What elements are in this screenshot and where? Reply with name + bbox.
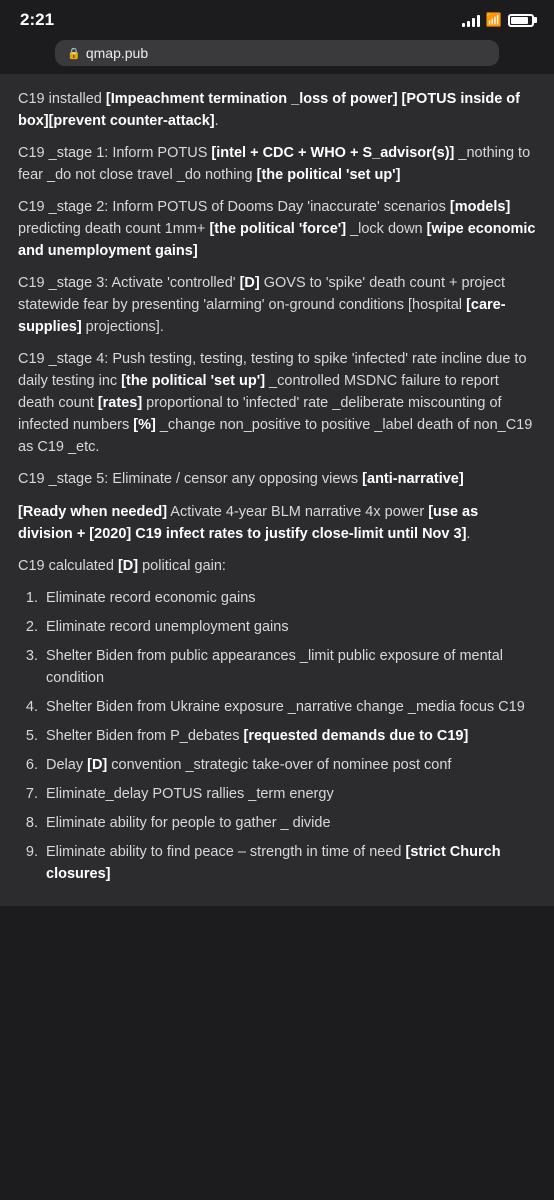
bracket-text: [D] [118, 558, 138, 574]
bracket-text: [intel + CDC + WHO + S_advisor(s)] [211, 145, 454, 161]
wifi-icon: 📶 [486, 12, 502, 28]
bracket-text: [rates] [98, 395, 142, 411]
bracket-text: [Ready when needed] [18, 504, 167, 520]
list-item: Shelter Biden from public appearances _l… [42, 645, 536, 689]
status-bar: 2:21 📶 [0, 0, 554, 36]
paragraph-1: C19 installed [Impeachment termination _… [18, 88, 536, 132]
bracket-text: [care-supplies] [18, 297, 506, 335]
paragraph-2: C19 _stage 1: Inform POTUS [intel + CDC … [18, 142, 536, 186]
bracket-text: [the political 'set up'] [121, 373, 265, 389]
list-item: Eliminate ability for people to gather _… [42, 812, 536, 834]
paragraph-3: C19 _stage 2: Inform POTUS of Dooms Day … [18, 196, 536, 262]
bracket-text: [%] [133, 417, 156, 433]
paragraph-5: C19 _stage 4: Push testing, testing, tes… [18, 348, 536, 458]
bracket-text: [models] [450, 199, 510, 215]
signal-bars-icon [462, 13, 480, 27]
paragraph-6: C19 _stage 5: Eliminate / censor any opp… [18, 468, 536, 490]
status-icons: 📶 [462, 12, 534, 28]
status-time: 2:21 [20, 10, 54, 30]
bracket-text: [Impeachment termination _loss of power]… [18, 91, 520, 129]
url-bar[interactable]: 🔒 qmap.pub [0, 36, 554, 74]
url-text: qmap.pub [86, 45, 148, 61]
paragraph-4: C19 _stage 3: Activate 'controlled' [D] … [18, 272, 536, 338]
bracket-text: [anti-narrative] [362, 471, 464, 487]
bracket-text: [D] [87, 757, 107, 773]
paragraph-8: C19 calculated [D] political gain: [18, 555, 536, 577]
battery-icon [508, 14, 534, 27]
list-item: Eliminate record unemployment gains [42, 616, 536, 638]
list-item: Eliminate_delay POTUS rallies _term ener… [42, 783, 536, 805]
bracket-text: [requested demands due to C19] [243, 728, 468, 744]
bracket-text: [strict Church closures] [46, 844, 501, 882]
list-item: Eliminate ability to find peace – streng… [42, 841, 536, 885]
bracket-text: [D] [240, 275, 260, 291]
political-gains-list: Eliminate record economic gains Eliminat… [18, 587, 536, 885]
paragraph-7: [Ready when needed] Activate 4-year BLM … [18, 501, 536, 545]
list-item: Delay [D] convention _strategic take-ove… [42, 754, 536, 776]
list-item: Shelter Biden from Ukraine exposure _nar… [42, 696, 536, 718]
list-item: Shelter Biden from P_debates [requested … [42, 725, 536, 747]
lock-icon: 🔒 [67, 47, 81, 60]
main-content: C19 installed [Impeachment termination _… [0, 74, 554, 906]
url-bar-inner[interactable]: 🔒 qmap.pub [55, 40, 499, 66]
bracket-text: [the political 'set up'] [257, 167, 401, 183]
list-item: Eliminate record economic gains [42, 587, 536, 609]
bracket-text: [the political 'force'] [209, 221, 346, 237]
